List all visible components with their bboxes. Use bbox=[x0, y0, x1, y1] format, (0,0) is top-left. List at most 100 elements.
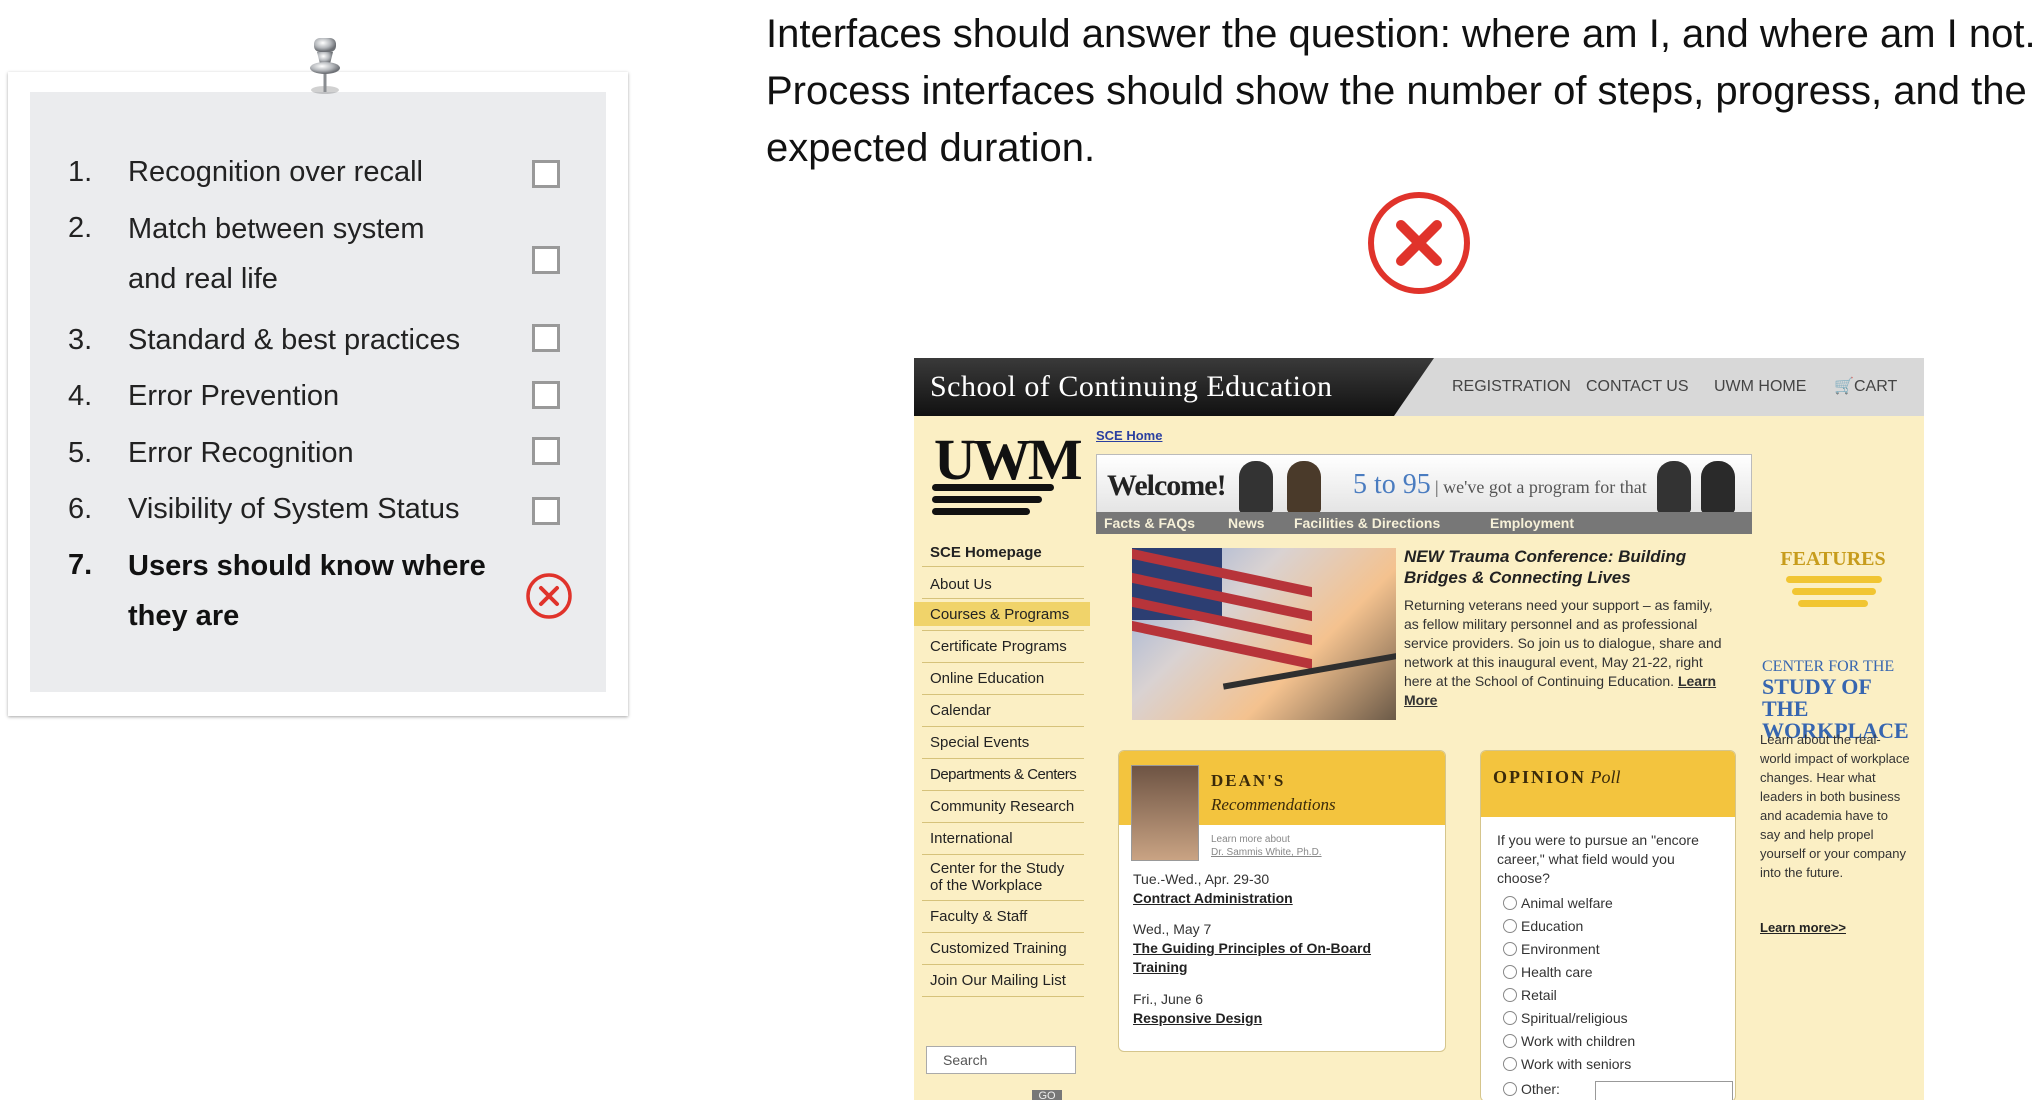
dean-entry-date: Wed., May 7 bbox=[1133, 921, 1212, 937]
item-number: 1. bbox=[68, 156, 93, 188]
workplace-learn-more-link[interactable]: Learn more>> bbox=[1760, 920, 1846, 935]
poll-title-italic: Poll bbox=[1590, 767, 1621, 787]
nav-departments-centers[interactable]: Departments & Centers bbox=[930, 766, 1077, 783]
top-link-contact[interactable]: CONTACT US bbox=[1586, 378, 1689, 396]
divider bbox=[922, 964, 1084, 965]
poll-title-bold: OPINION bbox=[1493, 767, 1587, 787]
divider bbox=[922, 694, 1084, 695]
poll-option[interactable]: Animal welfare bbox=[1503, 895, 1613, 911]
flag-bridge-photo bbox=[1132, 548, 1396, 720]
checkbox[interactable] bbox=[532, 437, 560, 465]
subnav-facilities[interactable]: Facilities & Directions bbox=[1294, 515, 1440, 531]
left-nav: UWM SCE Homepage About Us Courses & Prog… bbox=[914, 416, 1090, 1100]
logo-stripe bbox=[932, 496, 1042, 503]
divider bbox=[922, 900, 1084, 901]
dean-entry-link[interactable]: Contract Administration bbox=[1133, 889, 1293, 908]
nav-about-us[interactable]: About Us bbox=[930, 576, 992, 593]
x-circle-icon bbox=[526, 573, 572, 619]
radio-button[interactable] bbox=[1503, 919, 1517, 933]
search-input[interactable]: Search bbox=[926, 1046, 1076, 1074]
checkbox[interactable] bbox=[532, 246, 560, 274]
radio-button[interactable] bbox=[1503, 942, 1517, 956]
slide-heading: Interfaces should answer the question: w… bbox=[766, 12, 2036, 170]
poll-option-label: Retail bbox=[1521, 987, 1557, 1003]
search-go-button[interactable]: GO bbox=[1032, 1090, 1062, 1100]
divider bbox=[922, 854, 1084, 855]
item-number: 5. bbox=[68, 437, 93, 469]
checkbox[interactable] bbox=[532, 497, 560, 525]
subnav-facts-faqs[interactable]: Facts & FAQs bbox=[1104, 515, 1195, 531]
poll-option[interactable]: Work with children bbox=[1503, 1033, 1635, 1049]
radio-button[interactable] bbox=[1503, 965, 1517, 979]
nav-calendar[interactable]: Calendar bbox=[930, 702, 991, 719]
subnav-employment[interactable]: Employment bbox=[1490, 515, 1574, 531]
poll-option-label: Other: bbox=[1521, 1081, 1560, 1097]
poll-option[interactable]: Health care bbox=[1503, 964, 1593, 980]
poll-other-input[interactable] bbox=[1595, 1081, 1733, 1100]
item-label: Match between system and real life bbox=[128, 213, 425, 295]
logo-stripe bbox=[932, 508, 1030, 515]
divider bbox=[922, 758, 1084, 759]
dean-name-link[interactable]: Dr. Sammis White, Ph.D. bbox=[1211, 847, 1322, 858]
nav-customized-training[interactable]: Customized Training bbox=[930, 940, 1067, 957]
logo-stripe bbox=[932, 484, 1054, 491]
checkbox[interactable] bbox=[532, 160, 560, 188]
item-number: 6. bbox=[68, 493, 93, 525]
uwm-logo[interactable]: UWM bbox=[934, 426, 1083, 493]
poll-option-label: Spiritual/religious bbox=[1521, 1010, 1628, 1026]
radio-button[interactable] bbox=[1503, 1057, 1517, 1071]
dean-recommendations-box: DEAN'S Recommendations Learn more about … bbox=[1118, 750, 1446, 1052]
subnav-news[interactable]: News bbox=[1228, 515, 1265, 531]
divider bbox=[922, 790, 1084, 791]
flag-stripe bbox=[1132, 620, 1312, 670]
item-label: Error Recognition bbox=[128, 437, 354, 469]
nav-certificate-programs[interactable]: Certificate Programs bbox=[930, 638, 1067, 655]
item-number: 7. bbox=[68, 549, 93, 581]
dean-entry-link[interactable]: Responsive Design bbox=[1133, 1009, 1262, 1028]
nav-sce-homepage[interactable]: SCE Homepage bbox=[930, 544, 1042, 561]
item-label: Standard & best practices bbox=[128, 324, 461, 356]
radio-button[interactable] bbox=[1503, 1034, 1517, 1048]
nav-online-education[interactable]: Online Education bbox=[930, 670, 1044, 687]
top-link-registration[interactable]: REGISTRATION bbox=[1452, 378, 1571, 396]
radio-button[interactable] bbox=[1503, 988, 1517, 1002]
item-number: 2. bbox=[68, 212, 93, 244]
item-label: Visibility of System Status bbox=[128, 493, 460, 525]
poll-option-other[interactable]: Other: bbox=[1503, 1081, 1733, 1100]
dean-entry-link[interactable]: The Guiding Principles of On-Board Train… bbox=[1133, 939, 1413, 977]
checkbox[interactable] bbox=[532, 324, 560, 352]
radio-button[interactable] bbox=[1503, 1082, 1517, 1096]
radio-button[interactable] bbox=[1503, 896, 1517, 910]
poll-option[interactable]: Education bbox=[1503, 918, 1583, 934]
features-stripe bbox=[1786, 576, 1882, 583]
dean-title: DEAN'S bbox=[1211, 771, 1286, 790]
poll-option-label: Work with children bbox=[1521, 1033, 1636, 1049]
cart-icon[interactable]: 🛒 bbox=[1834, 376, 1854, 396]
breadcrumb[interactable]: SCE Home bbox=[1096, 428, 1162, 443]
divider bbox=[922, 598, 1084, 599]
poll-option[interactable]: Environment bbox=[1503, 941, 1600, 957]
radio-button[interactable] bbox=[1503, 1011, 1517, 1025]
top-link-uwm-home[interactable]: UWM HOME bbox=[1714, 378, 1806, 396]
news-body-text: Returning veterans need your support – a… bbox=[1404, 597, 1722, 689]
nav-international[interactable]: International bbox=[930, 830, 1013, 847]
top-link-cart[interactable]: CART bbox=[1854, 378, 1897, 396]
nav-center-study-workplace[interactable]: Center for the Study of the Workplace bbox=[930, 860, 1080, 894]
dean-learn-label: Learn more about bbox=[1211, 834, 1290, 845]
nav-courses-programs[interactable]: Courses & Programs bbox=[930, 606, 1069, 623]
news-title: NEW Trauma Conference: Building Bridges … bbox=[1404, 547, 1687, 587]
nav-community-research[interactable]: Community Research bbox=[930, 798, 1074, 815]
banner-tagline-number: 5 to 95 bbox=[1353, 469, 1431, 500]
item-number: 4. bbox=[68, 380, 93, 412]
poll-option[interactable]: Spiritual/religious bbox=[1503, 1010, 1628, 1026]
divider bbox=[922, 932, 1084, 933]
checkbox[interactable] bbox=[532, 381, 560, 409]
poll-option-label: Work with seniors bbox=[1521, 1056, 1632, 1072]
nav-special-events[interactable]: Special Events bbox=[930, 734, 1029, 751]
poll-option[interactable]: Retail bbox=[1503, 987, 1557, 1003]
nav-mailing-list[interactable]: Join Our Mailing List bbox=[930, 972, 1066, 989]
workplace-center-body: Learn about the real-world impact of wor… bbox=[1760, 732, 1910, 880]
site-header: School of Continuing Education REGISTRAT… bbox=[914, 358, 1924, 416]
nav-faculty-staff[interactable]: Faculty & Staff bbox=[930, 908, 1027, 925]
poll-option[interactable]: Work with seniors bbox=[1503, 1056, 1631, 1072]
